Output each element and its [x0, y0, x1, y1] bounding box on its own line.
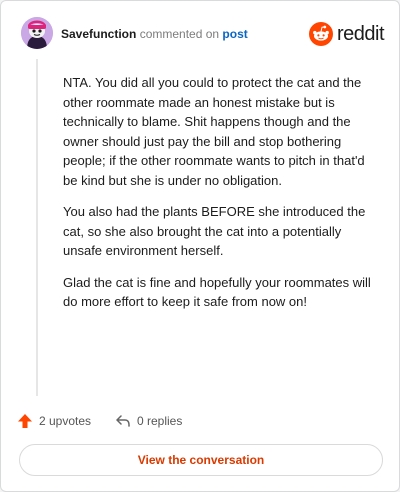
thread-line — [36, 59, 38, 396]
comment-paragraph: NTA. You did all you could to protect th… — [63, 75, 365, 188]
avatar-snoo-icon — [21, 17, 53, 49]
upvote-action[interactable]: 2 upvotes — [17, 411, 91, 431]
embedded-comment-card: Savefunction commented on post reddit NT… — [0, 0, 400, 492]
comment-paragraph: Glad the cat is fine and hopefully your … — [63, 274, 371, 310]
reddit-snoo-icon — [309, 22, 333, 46]
reddit-wordmark: reddit — [337, 23, 385, 45]
comment-header: Savefunction commented on post reddit — [21, 17, 385, 51]
view-conversation-button[interactable]: View the conversation — [19, 444, 383, 476]
username-link[interactable]: Savefunction — [61, 27, 136, 41]
reddit-logo[interactable]: reddit — [309, 21, 385, 47]
comment-meta: Savefunction commented on post — [61, 26, 248, 42]
meta-verb: commented on — [136, 27, 223, 41]
upvote-arrow-icon — [18, 414, 32, 428]
comment-actions: 2 upvotes 0 replies — [17, 411, 317, 431]
comment-body: NTA. You did all you could to protect th… — [63, 73, 379, 324]
reply-count: 0 replies — [137, 414, 183, 428]
post-link[interactable]: post — [222, 27, 247, 41]
reply-arrow-icon — [116, 415, 130, 427]
replies-action[interactable]: 0 replies — [115, 411, 182, 431]
upvote-count: 2 upvotes — [39, 414, 92, 428]
user-avatar[interactable] — [21, 17, 53, 49]
comment-paragraph: You also had the plants BEFORE she intro… — [63, 204, 366, 258]
